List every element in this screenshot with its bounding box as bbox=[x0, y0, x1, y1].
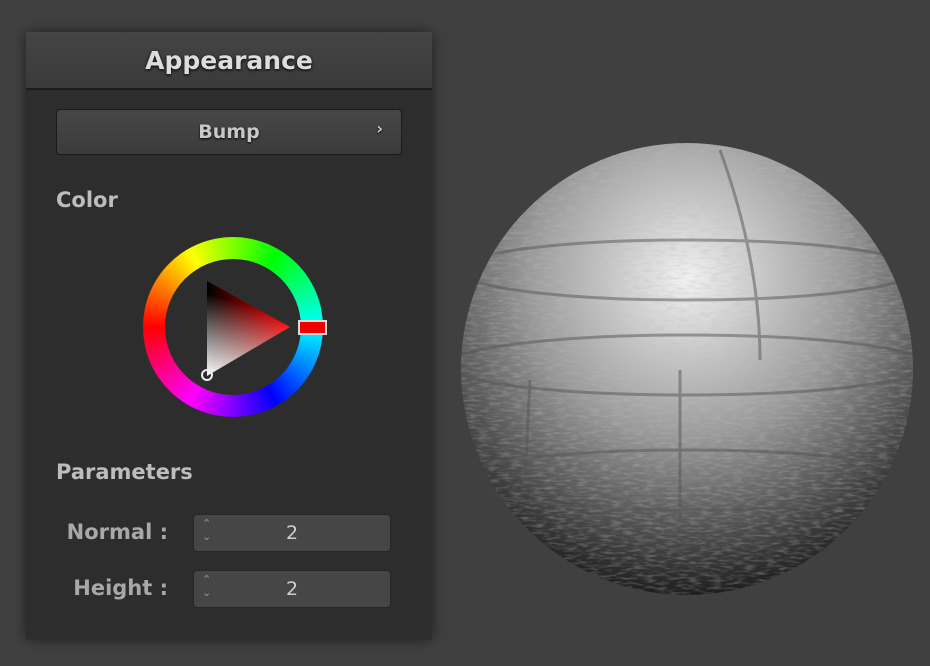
sphere-preview bbox=[461, 143, 913, 595]
